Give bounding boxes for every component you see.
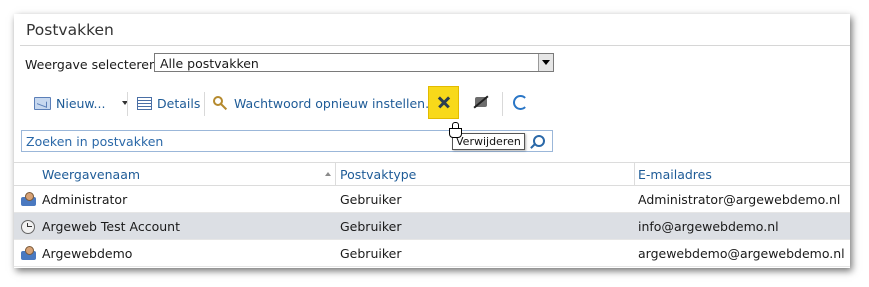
- row-email: info@argewebdemo.nl: [638, 219, 779, 234]
- row-mailbox-type: Gebruiker: [340, 219, 402, 234]
- row-email: Administrator@argewebdemo.nl: [638, 192, 841, 207]
- delete-tooltip: Verwijderen: [452, 133, 525, 150]
- reset-password-label: Wachtwoord opnieuw instellen...: [234, 95, 438, 111]
- row-mailbox-type: Gebruiker: [340, 192, 402, 207]
- row-display-name: Argewebdemo: [42, 246, 133, 261]
- mailbox-user-icon: [21, 246, 36, 260]
- row-display-name: Administrator: [42, 192, 128, 207]
- table-row[interactable]: Administrator Gebruiker Administrator@ar…: [14, 186, 850, 213]
- view-select-label: Weergave selecteren:: [25, 57, 162, 72]
- reset-password-button[interactable]: Wachtwoord opnieuw instellen...: [213, 86, 437, 120]
- column-divider[interactable]: [634, 163, 635, 185]
- details-button-label: Details: [157, 95, 201, 111]
- refresh-icon[interactable]: [513, 95, 528, 110]
- column-header-email[interactable]: E-mailadres: [638, 167, 712, 182]
- details-list-icon: [137, 96, 152, 110]
- column-header-mailbox-type[interactable]: Postvaktype: [340, 167, 416, 182]
- view-select-value: Alle postvakken: [160, 56, 259, 71]
- panel-title: Postvakken: [26, 21, 114, 39]
- new-button[interactable]: Nieuw...: [34, 86, 129, 120]
- details-button[interactable]: Details: [137, 86, 200, 120]
- key-icon: [213, 95, 229, 111]
- search-placeholder: Zoeken in postvakken: [26, 134, 164, 149]
- toolbar-divider: [127, 92, 128, 116]
- chevron-down-icon[interactable]: [538, 54, 553, 71]
- hand-cursor-icon: [449, 122, 462, 138]
- disable-mailbox-icon[interactable]: [473, 94, 489, 110]
- toolbar-divider: [204, 92, 205, 116]
- row-mailbox-type: Gebruiker: [340, 246, 402, 261]
- mailbox-user-icon: [21, 192, 36, 206]
- toolbar: Nieuw... Details Wachtwoord opnieuw inst…: [14, 86, 850, 120]
- mailbox-pending-icon: [21, 219, 36, 234]
- column-header-display-name[interactable]: Weergavenaam: [42, 167, 140, 182]
- new-mailbox-icon: [34, 96, 51, 110]
- delete-button[interactable]: [428, 86, 459, 119]
- view-select[interactable]: Alle postvakken: [154, 53, 554, 72]
- sort-ascending-icon: [325, 172, 331, 176]
- table-row[interactable]: Argewebdemo Gebruiker argewebdemo@argewe…: [14, 240, 850, 267]
- column-divider[interactable]: [335, 163, 336, 185]
- mailboxes-panel: Postvakken Weergave selecteren: Alle pos…: [14, 14, 850, 268]
- title-divider: [20, 45, 850, 46]
- table-header: Weergavenaam Postvaktype E-mailadres: [14, 162, 850, 186]
- table-row[interactable]: Argeweb Test Account Gebruiker info@arge…: [14, 213, 850, 240]
- row-email: argewebdemo@argewebdemo.nl: [638, 246, 845, 261]
- search-icon[interactable]: [533, 135, 545, 147]
- new-button-label: Nieuw...: [56, 95, 106, 111]
- toolbar-divider: [502, 92, 503, 116]
- row-display-name: Argeweb Test Account: [42, 219, 180, 234]
